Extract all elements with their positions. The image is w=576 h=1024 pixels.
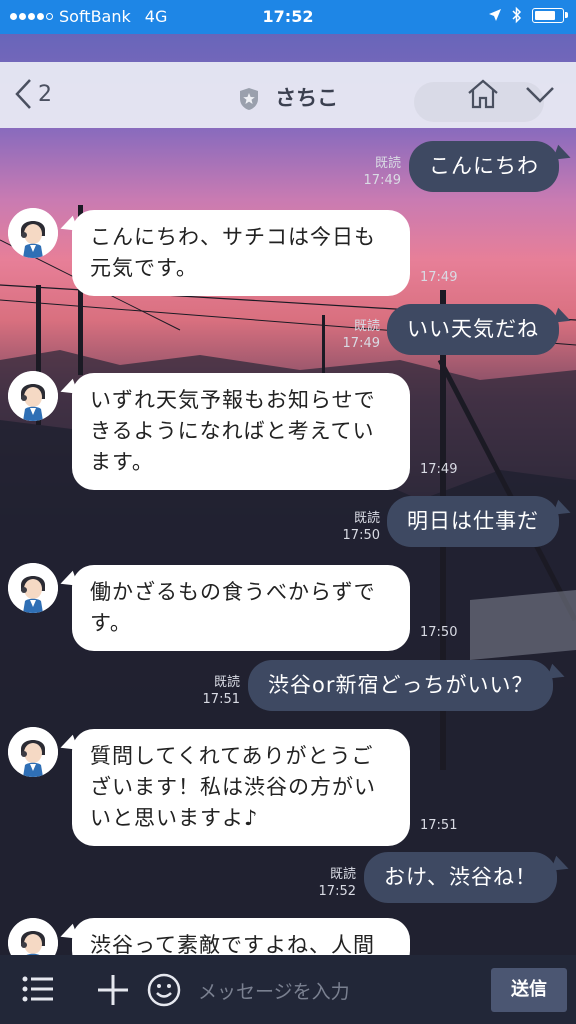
read-receipt: 既読	[374, 156, 401, 171]
plus-icon[interactable]	[96, 973, 130, 1007]
status-bar: SoftBank 4G 17:52	[0, 0, 576, 34]
outgoing-message[interactable]: おけ、渋谷ね！	[364, 852, 557, 903]
outgoing-message[interactable]: 明日は仕事だ	[387, 496, 559, 547]
message-time: 17:49	[420, 270, 458, 285]
message-input[interactable]: メッセージを入力	[198, 977, 350, 1004]
avatar[interactable]	[8, 371, 58, 421]
status-icons	[488, 6, 568, 24]
message-meta: 既読 17:51	[198, 674, 240, 708]
message-input-bar: メッセージを入力 送信	[0, 955, 576, 1024]
message-time: 17:52	[318, 884, 356, 899]
message-line: 元気です。	[90, 256, 198, 280]
read-receipt: 既読	[353, 319, 380, 334]
message-time: 17:49	[363, 173, 401, 188]
message-time: 17:51	[202, 692, 240, 707]
operator-avatar-icon	[8, 727, 58, 777]
incoming-message[interactable]: 働かざるもの食うべからずで す。	[72, 565, 410, 651]
menu-list-icon[interactable]	[22, 975, 54, 1003]
avatar[interactable]	[8, 208, 58, 258]
send-button[interactable]: 送信	[491, 968, 567, 1012]
chat-name: さちこ	[275, 86, 339, 110]
header-actions	[466, 78, 556, 110]
message-line: す。	[90, 611, 132, 635]
chat-header: 2 さちこ	[0, 62, 576, 128]
emoji-icon[interactable]	[147, 973, 181, 1007]
operator-avatar-icon	[8, 371, 58, 421]
official-shield-icon	[239, 88, 258, 110]
chevron-down-icon[interactable]	[524, 78, 556, 110]
battery-icon	[532, 7, 568, 23]
message-line: いずれ天気予報もお知らせで	[90, 388, 376, 412]
message-line: いと思いますよ♪	[90, 806, 259, 830]
incoming-message[interactable]: 質問してくれてありがとうご ざいます！私は渋谷の方がい いと思いますよ♪	[72, 729, 410, 846]
outgoing-message[interactable]: 渋谷or新宿どっちがいい？	[248, 660, 554, 711]
operator-avatar-icon	[8, 563, 58, 613]
message-line: 働かざるもの食うべからずで	[90, 580, 376, 604]
message-meta: 既読 17:50	[334, 510, 380, 544]
read-receipt: 既読	[329, 867, 356, 882]
location-arrow-icon	[489, 9, 501, 21]
avatar[interactable]	[8, 563, 58, 613]
message-line: ざいます！私は渋谷の方がい	[90, 775, 376, 799]
message-time: 17:51	[420, 818, 458, 833]
read-receipt: 既読	[353, 511, 380, 526]
read-receipt: 既読	[213, 675, 240, 690]
operator-avatar-icon	[8, 208, 58, 258]
incoming-message[interactable]: いずれ天気予報もお知らせで きるようになればと考えてい ます。	[72, 373, 410, 490]
message-meta: 既読 17:52	[314, 866, 356, 900]
message-line: ます。	[90, 450, 154, 474]
bluetooth-icon	[512, 6, 522, 24]
message-time: 17:49	[420, 462, 458, 477]
outgoing-message[interactable]: いい天気だね	[387, 304, 559, 355]
avatar[interactable]	[8, 727, 58, 777]
message-time: 17:50	[342, 528, 380, 543]
message-line: きるようになればと考えてい	[90, 419, 375, 443]
incoming-message[interactable]: こんにちわ、サチコは今日も 元気です。	[72, 210, 410, 296]
message-meta: 既読 17:49	[334, 318, 380, 352]
message-time: 17:50	[420, 625, 458, 640]
outgoing-message[interactable]: こんにちわ	[409, 141, 559, 192]
message-line: こんにちわ、サチコは今日も	[90, 225, 376, 249]
message-line: 質問してくれてありがとうご	[90, 744, 374, 768]
message-time: 17:49	[342, 336, 380, 351]
home-icon[interactable]	[466, 78, 500, 110]
message-meta: 既読 17:49	[355, 155, 401, 189]
